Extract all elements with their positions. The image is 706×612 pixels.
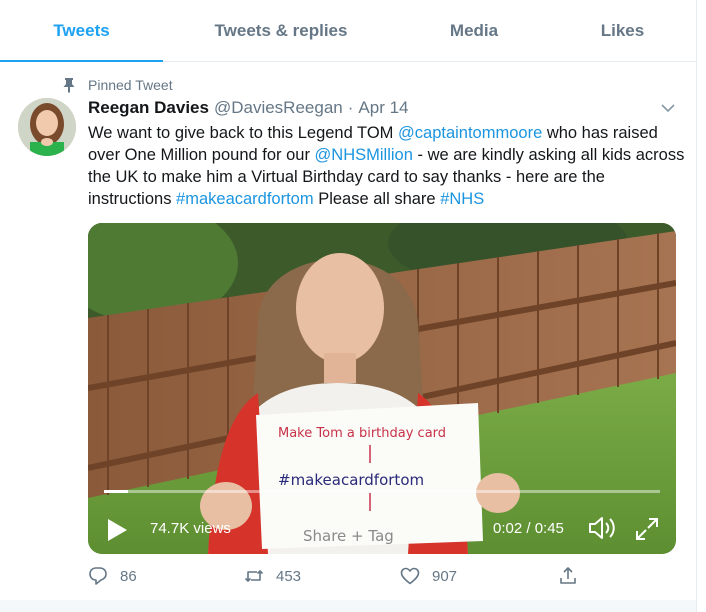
timeline-separator [0, 600, 696, 612]
hashtag-makeacardfortom[interactable]: #makeacardfortom [176, 190, 314, 208]
volume-icon[interactable] [588, 515, 618, 541]
tweet-actions: 86 453 907 [88, 566, 588, 590]
video-frame: Make Tom a birthday card #makeacardforto… [88, 223, 676, 554]
avatar[interactable] [18, 98, 76, 156]
author-handle[interactable]: @DaviesReegan [214, 98, 343, 118]
video-progress-fill [104, 490, 129, 493]
tab-tweets[interactable]: Tweets [0, 0, 163, 62]
retweet-button[interactable]: 453 [244, 566, 301, 586]
tweet-header: Reegan Davies @DaviesReegan · Apr 14 [88, 98, 409, 118]
mention-captaintommoore[interactable]: @captaintommoore [398, 124, 542, 142]
sign-line-2: #makeacardfortom [278, 471, 424, 489]
like-count: 907 [432, 567, 458, 585]
video-progress-bar[interactable] [104, 490, 660, 493]
tweet-text-part: We want to give back to this Legend TOM [88, 124, 399, 142]
tab-tweets-and-replies[interactable]: Tweets & replies [163, 0, 399, 61]
header-separator: · [347, 98, 354, 117]
tab-likes[interactable]: Likes [549, 0, 696, 61]
sign-line-1: Make Tom a birthday card [278, 426, 446, 441]
tweet-text-part: Please all share [313, 190, 441, 208]
like-button[interactable]: 907 [400, 566, 457, 586]
retweet-count: 453 [276, 567, 302, 585]
video-player[interactable]: Make Tom a birthday card #makeacardforto… [88, 223, 676, 554]
video-timecode: 0:02 / 0:45 [493, 520, 564, 537]
tab-media[interactable]: Media [399, 0, 549, 61]
column-divider [696, 0, 697, 612]
reply-button[interactable]: 86 [88, 566, 137, 586]
play-icon[interactable] [106, 518, 128, 542]
reply-count: 86 [120, 567, 137, 585]
pinned-tweet-label-row: Pinned Tweet [62, 77, 173, 93]
fullscreen-icon[interactable] [633, 515, 661, 543]
reply-icon [89, 567, 107, 585]
share-button[interactable] [558, 566, 590, 586]
pin-icon [63, 78, 75, 93]
pinned-tweet-label: Pinned Tweet [88, 77, 173, 93]
view-count: 74.7K views [150, 520, 231, 537]
tweet-date[interactable]: Apr 14 [358, 98, 408, 118]
profile-tabs: Tweets Tweets & replies Media Likes [0, 0, 696, 62]
hashtag-nhs[interactable]: #NHS [440, 190, 484, 208]
like-icon [400, 567, 420, 585]
retweet-icon [244, 570, 264, 582]
mention-nhsmillion[interactable]: @NHSMillion [315, 146, 413, 164]
sign-line-3: Share + Tag [303, 527, 394, 545]
tweet-text: We want to give back to this Legend TOM … [88, 122, 688, 210]
author-name[interactable]: Reegan Davies [88, 98, 209, 118]
share-icon [560, 567, 576, 584]
chevron-down-icon[interactable] [660, 100, 676, 116]
